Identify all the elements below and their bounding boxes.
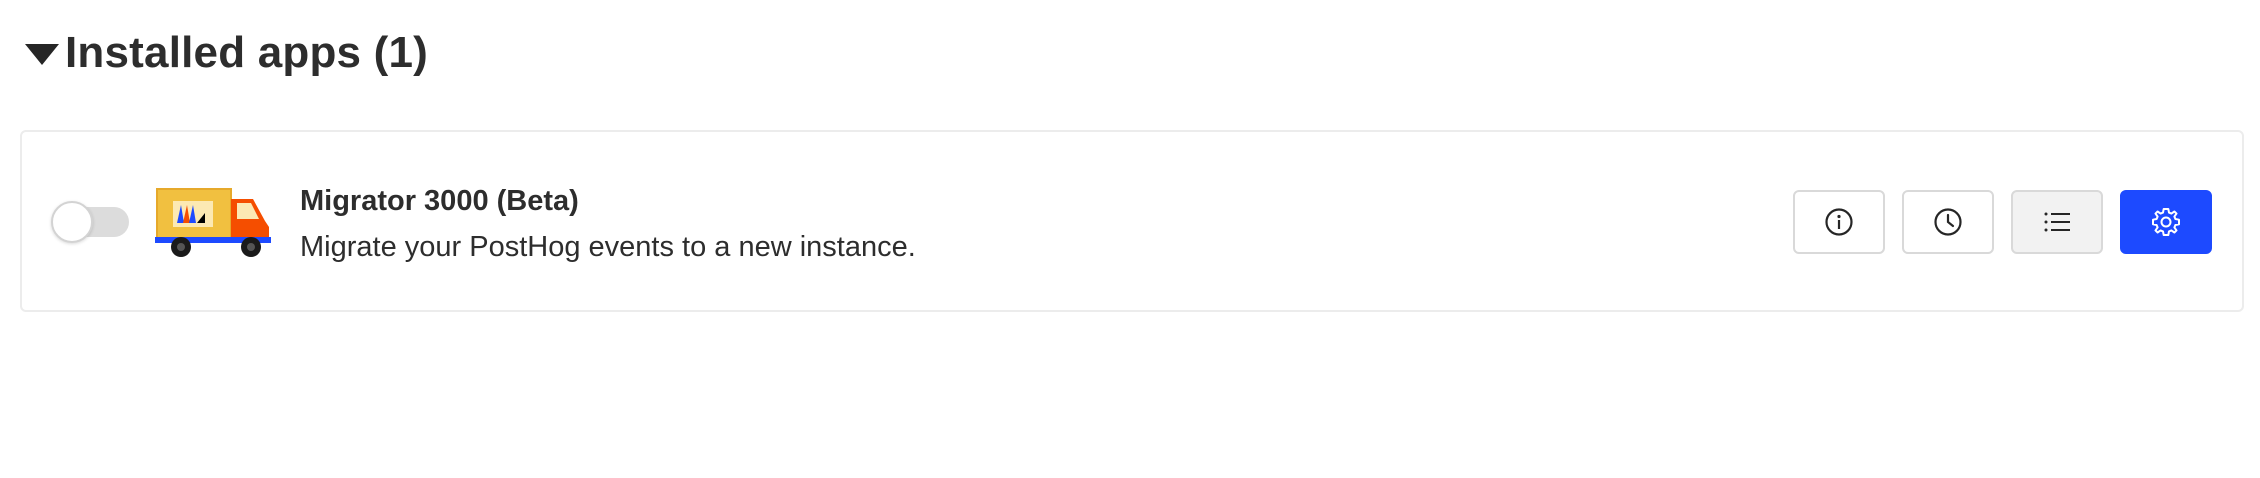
settings-button[interactable] xyxy=(2120,190,2212,254)
caret-down-icon[interactable] xyxy=(25,43,59,65)
history-button[interactable] xyxy=(1902,190,1994,254)
app-card: Migrator 3000 (Beta) Migrate your PostHo… xyxy=(20,130,2244,312)
app-description: Migrate your PostHog events to a new ins… xyxy=(300,231,916,263)
app-actions xyxy=(1793,190,2212,254)
app-text: Migrator 3000 (Beta) Migrate your PostHo… xyxy=(300,182,916,266)
info-button[interactable] xyxy=(1793,190,1885,254)
truck-logo-icon xyxy=(155,188,271,257)
installed-apps-header[interactable]: Installed apps (1) xyxy=(25,22,428,84)
logs-button[interactable] xyxy=(2011,190,2103,254)
app-name: Migrator 3000 (Beta) xyxy=(300,185,579,217)
info-icon xyxy=(1825,208,1853,236)
toggle-knob xyxy=(51,201,93,243)
clock-icon xyxy=(1934,208,1962,236)
section-title: Installed apps (1) xyxy=(65,28,429,77)
gear-icon xyxy=(2152,208,2180,236)
app-enable-toggle[interactable] xyxy=(51,201,129,243)
list-icon xyxy=(2044,212,2070,232)
